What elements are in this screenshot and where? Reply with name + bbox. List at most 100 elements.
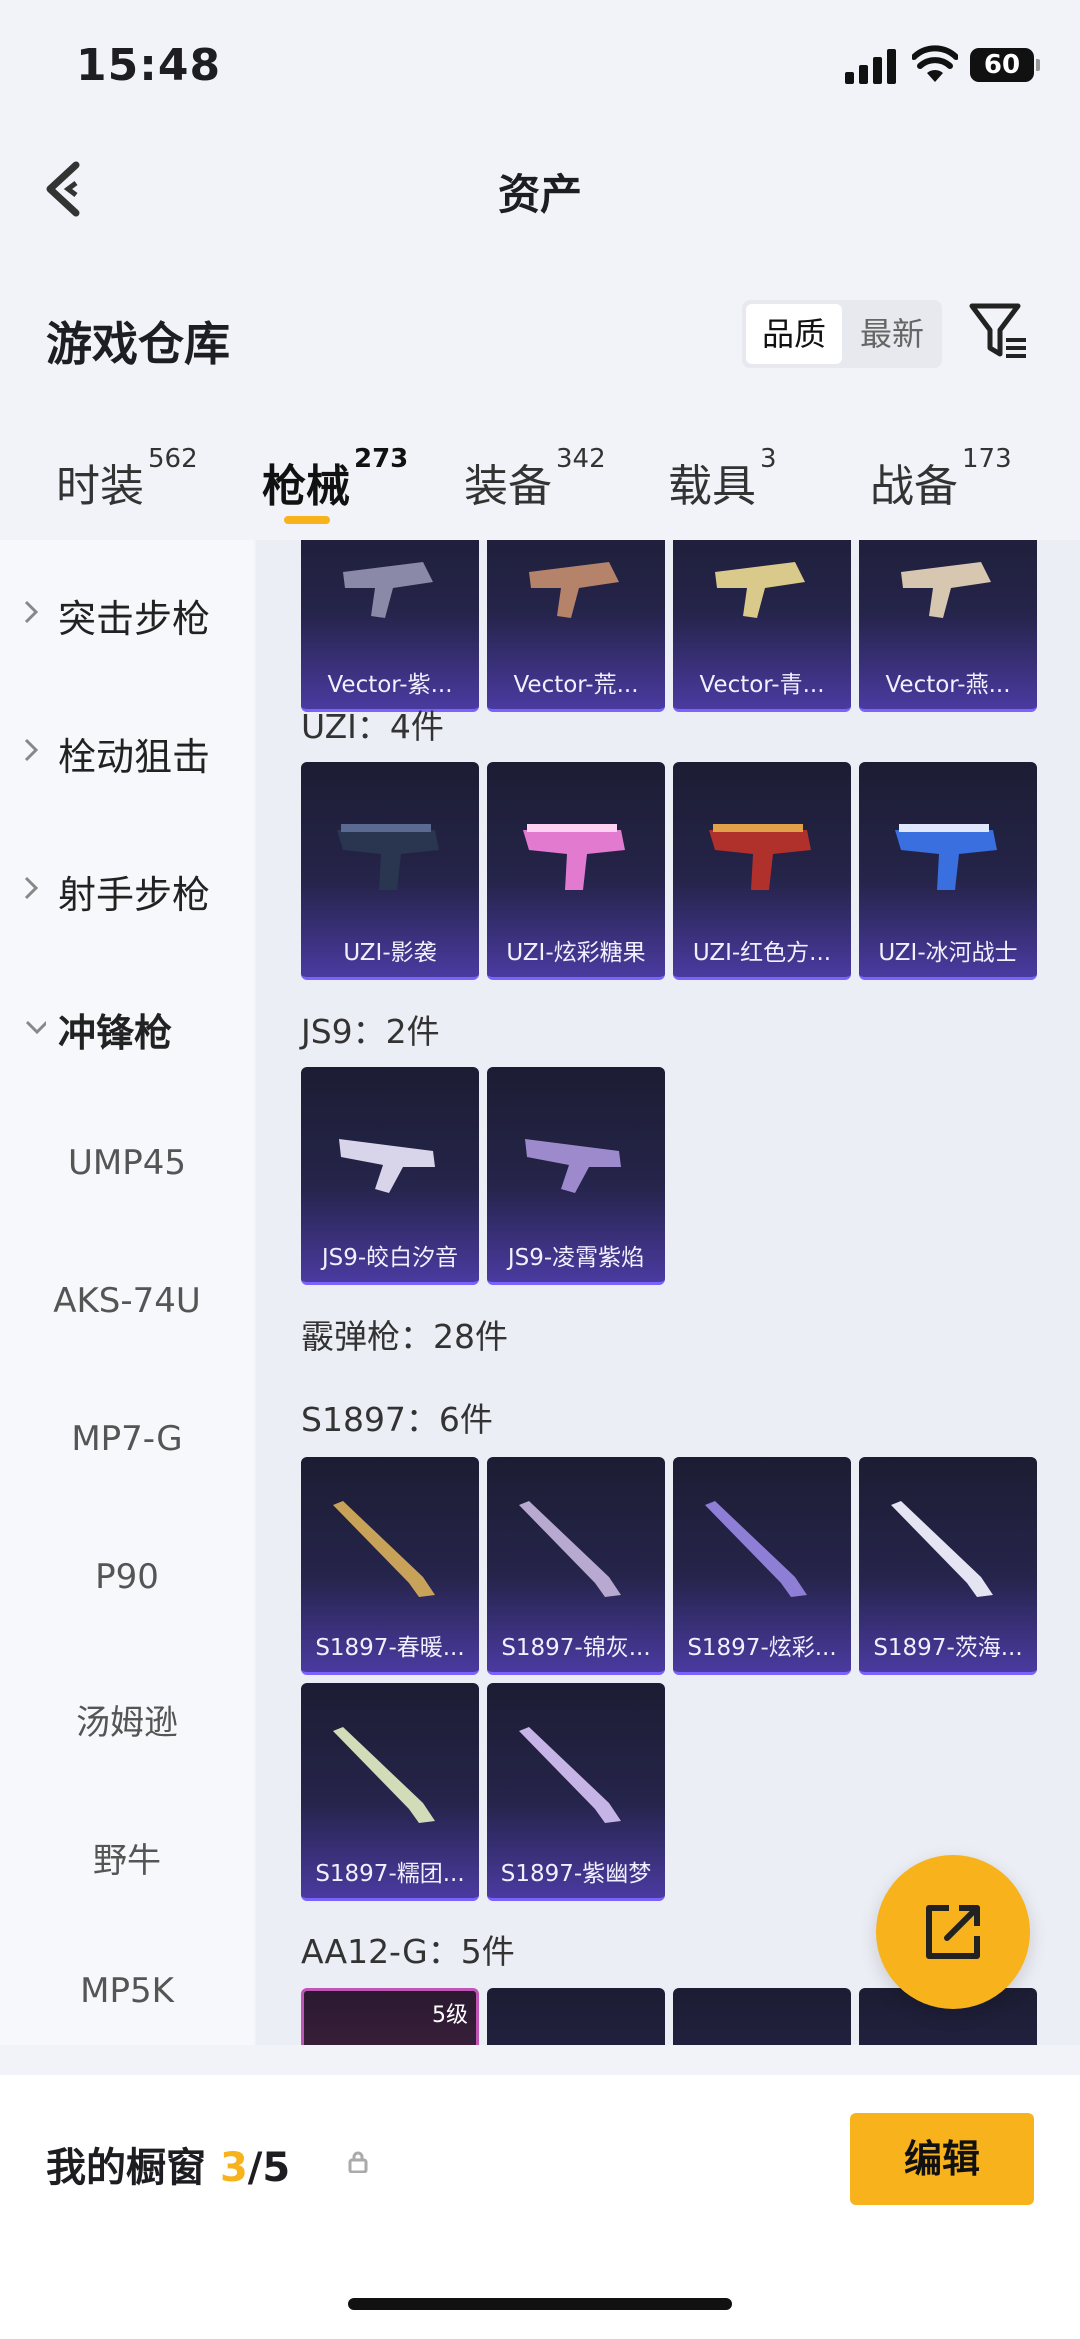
tab-supplies[interactable]: 战备173	[870, 444, 1012, 514]
weapon-image	[525, 1139, 621, 1193]
item-card[interactable]: S1897-糯团...	[301, 1683, 479, 1901]
weapon-image	[895, 824, 997, 890]
category-tabs: 时装562 枪械273 装备342 载具3 战备173	[0, 430, 1080, 540]
item-name: Vector-紫...	[327, 672, 453, 698]
item-card[interactable]: S1897-春暖...	[301, 1457, 479, 1675]
battery-icon: 60	[970, 48, 1040, 82]
section-title: JS9：2件	[301, 1012, 440, 1051]
nav-bar: 资产	[0, 135, 1080, 245]
share-icon	[926, 1905, 980, 1959]
sidebar-sub-p90[interactable]: P90	[0, 1557, 254, 1597]
edit-button[interactable]: 编辑	[850, 2113, 1034, 2205]
weapon-image	[709, 824, 811, 890]
item-name: Vector-荒...	[513, 672, 639, 698]
item-card[interactable]: UZI-炫彩糖果	[487, 762, 665, 980]
weapon-image	[901, 562, 991, 618]
item-card[interactable]: Vector-紫...	[301, 540, 479, 712]
chevron-right-icon	[24, 876, 39, 900]
weapon-image	[891, 1501, 993, 1597]
item-card[interactable]: JS9-皎白汐音	[301, 1067, 479, 1285]
weapon-image	[519, 1727, 621, 1823]
status-bar: 15:48 60	[0, 0, 1080, 135]
chevron-down-icon	[25, 1020, 46, 1035]
item-card[interactable]: S1897-茨海...	[859, 1457, 1037, 1675]
level-badge: 5级	[432, 2003, 468, 2028]
item-card[interactable]: Vector-青...	[673, 540, 851, 712]
section-title: UZI：4件	[301, 707, 444, 746]
item-name: S1897-春暖...	[315, 1635, 465, 1661]
item-name: UZI-红色方...	[692, 940, 832, 966]
weapon-image	[523, 824, 625, 890]
item-card[interactable]: JS9-凌霄紫焰	[487, 1067, 665, 1285]
showcase-total-count: /5	[247, 2145, 291, 2191]
showcase-used-count: 3	[219, 2145, 248, 2191]
item-name: Vector-燕...	[885, 672, 1011, 698]
sidebar-item-marksman-rifle[interactable]: 射手步枪	[0, 858, 254, 918]
sort-quality-button[interactable]: 品质	[746, 304, 842, 364]
weapon-image	[333, 1727, 435, 1823]
weapon-image	[715, 562, 805, 618]
weapon-image	[705, 1501, 807, 1597]
wifi-icon	[912, 45, 958, 82]
item-card[interactable]: UZI-冰河战士	[859, 762, 1037, 980]
sidebar-sub-thompson[interactable]: 汤姆逊	[0, 1695, 254, 1744]
item-card[interactable]: 5级	[301, 1988, 479, 2045]
item-grid[interactable]: Vector-紫... Vector-荒... Vector-青... Vect…	[256, 540, 1080, 2045]
weapon-image	[529, 562, 619, 618]
item-card[interactable]: S1897-炫彩...	[673, 1457, 851, 1675]
item-card[interactable]: UZI-红色方...	[673, 762, 851, 980]
item-card[interactable]: S1897-锦灰...	[487, 1457, 665, 1675]
item-name: UZI-冰河战士	[878, 940, 1018, 966]
tab-vehicles[interactable]: 载具3	[668, 444, 777, 514]
active-tab-indicator	[284, 516, 330, 524]
section-title: 霰弹枪：28件	[301, 1317, 508, 1356]
item-card[interactable]: Vector-荒...	[487, 540, 665, 712]
home-indicator	[348, 2298, 732, 2310]
sidebar-item-smg[interactable]: 冲锋枪	[0, 996, 254, 1056]
weapon-image	[339, 1139, 435, 1193]
sort-newest-button[interactable]: 最新	[842, 300, 942, 368]
tab-fashion[interactable]: 时装562	[56, 444, 198, 514]
item-name: S1897-糯团...	[315, 1861, 465, 1887]
tab-equipment[interactable]: 装备342	[464, 444, 606, 514]
warehouse-title: 游戏仓库	[46, 317, 230, 371]
weapon-image	[519, 1501, 621, 1597]
weapon-image	[337, 824, 439, 890]
sidebar-sub-bizon[interactable]: 野牛	[0, 1833, 254, 1882]
weapon-image	[333, 1501, 435, 1597]
item-name: JS9-凌霄紫焰	[507, 1245, 645, 1271]
item-card[interactable]: S1897-紫幽梦	[487, 1683, 665, 1901]
sort-toggle[interactable]: 品质 最新	[742, 300, 942, 368]
section-title: S1897：6件	[301, 1400, 493, 1439]
sidebar-item-bolt-sniper[interactable]: 栓动狙击	[0, 720, 254, 780]
section-title: AA12-G：5件	[301, 1932, 515, 1971]
page-title: 资产	[497, 170, 582, 219]
lock-icon	[348, 2151, 368, 2173]
item-card[interactable]	[673, 1988, 851, 2045]
item-name: S1897-茨海...	[873, 1635, 1023, 1661]
tab-guns[interactable]: 枪械273	[262, 444, 408, 514]
item-name: S1897-紫幽梦	[500, 1861, 652, 1887]
item-name: JS9-皎白汐音	[321, 1245, 459, 1271]
item-name: UZI-影袭	[343, 940, 437, 966]
weapon-image	[343, 562, 433, 618]
chevron-right-icon	[24, 600, 39, 624]
item-name: S1897-炫彩...	[687, 1635, 837, 1661]
sidebar-sub-aks74u[interactable]: AKS-74U	[0, 1281, 254, 1321]
showcase-label: 我的橱窗 3/5	[46, 2145, 291, 2191]
item-name: Vector-青...	[699, 672, 825, 698]
item-name: S1897-锦灰...	[501, 1635, 651, 1661]
sidebar-sub-mp5k[interactable]: MP5K	[0, 1971, 254, 2011]
signal-icon	[845, 48, 897, 84]
item-card[interactable]: Vector-燕...	[859, 540, 1037, 712]
sidebar-sub-ump45[interactable]: UMP45	[0, 1143, 254, 1183]
sidebar: 突击步枪 栓动狙击 射手步枪 冲锋枪 UMP45 AKS-74U MP7-G P…	[0, 540, 254, 2045]
item-card[interactable]: UZI-影袭	[301, 762, 479, 980]
filter-icon[interactable]	[968, 300, 1032, 364]
item-name: UZI-炫彩糖果	[506, 940, 646, 966]
share-button[interactable]	[876, 1855, 1030, 2009]
sidebar-sub-mp7g[interactable]: MP7-G	[0, 1419, 254, 1459]
sidebar-item-assault-rifle[interactable]: 突击步枪	[0, 582, 254, 642]
status-time: 15:48	[76, 40, 222, 91]
item-card[interactable]	[487, 1988, 665, 2045]
